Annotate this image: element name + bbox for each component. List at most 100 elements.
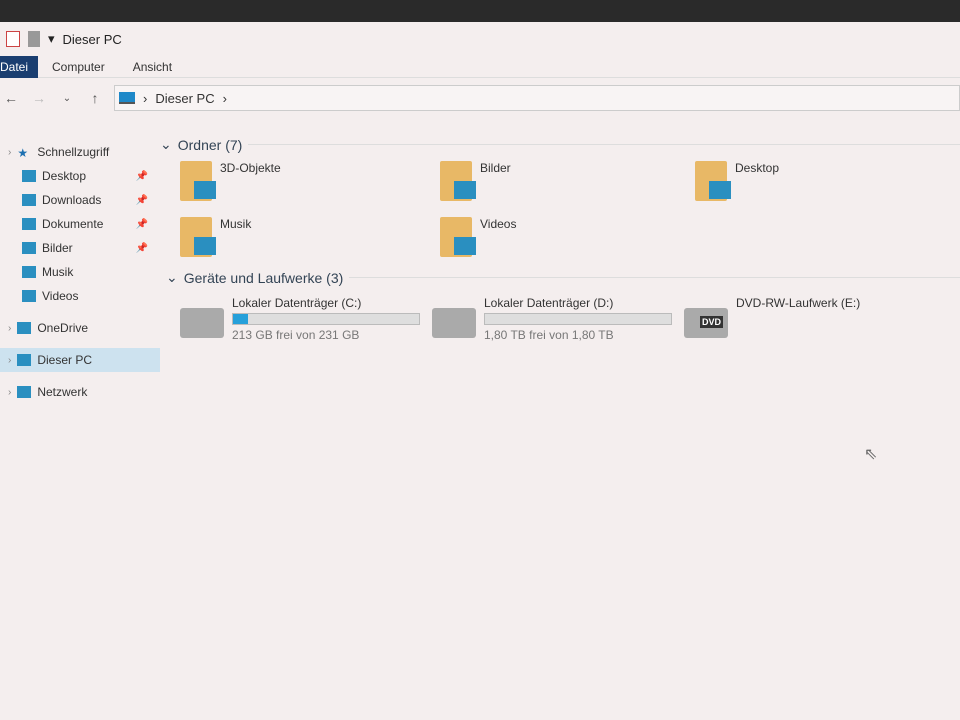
pictures-icon xyxy=(22,242,36,254)
drive-item[interactable]: DVD DVD-RW-Laufwerk (E:) xyxy=(684,296,934,342)
pc-icon xyxy=(17,354,32,366)
content-area: ⌄ Ordner (7) 3D-Objekte Bilder Desktop Musi… xyxy=(160,130,960,720)
drive-usage-bar xyxy=(484,313,672,325)
sidebar-item-netzwerk[interactable]: › Netzwerk xyxy=(0,380,160,404)
network-icon xyxy=(17,386,32,398)
chevron-right-icon[interactable]: › xyxy=(223,91,227,106)
dvd-badge: DVD xyxy=(700,316,724,328)
sidebar-item-downloads[interactable]: Downloads 📌 xyxy=(0,188,160,212)
star-icon: ★ xyxy=(17,146,29,160)
document-icon xyxy=(22,218,36,230)
tab-datei[interactable]: Datei xyxy=(0,55,39,78)
customize-quick-access-icon[interactable]: ▾ xyxy=(48,31,55,47)
folder-icon xyxy=(440,217,476,257)
folder-name: Desktop xyxy=(735,161,780,175)
forward-button[interactable]: → xyxy=(30,90,48,106)
group-title: Geräte und Laufwerke (3) xyxy=(183,269,344,286)
sidebar-item-label: Dieser PC xyxy=(37,353,93,367)
divider xyxy=(248,144,960,145)
sidebar-item-onedrive[interactable]: › OneDrive xyxy=(0,316,160,340)
folder-icon xyxy=(440,161,476,201)
up-button[interactable]: ↑ xyxy=(86,90,104,106)
divider xyxy=(349,277,960,278)
drive-free-space: 1,80 TB frei von 1,80 TB xyxy=(484,328,614,342)
mouse-cursor-icon: ⇖ xyxy=(864,446,878,463)
sidebar-item-label: Schnellzugriff xyxy=(37,145,110,159)
music-icon xyxy=(22,266,36,278)
chevron-right-icon[interactable]: › xyxy=(8,147,11,158)
tab-computer[interactable]: Computer xyxy=(38,56,119,78)
chevron-right-icon[interactable]: › xyxy=(8,323,11,334)
drive-free-space: 213 GB frei von 231 GB xyxy=(232,328,360,342)
pin-icon[interactable]: 📌 xyxy=(136,219,148,230)
chevron-right-icon[interactable]: › xyxy=(8,355,11,366)
chevron-down-icon[interactable]: ⌄ xyxy=(166,269,178,286)
folder-icon xyxy=(180,217,216,257)
sidebar-item-schnellzugriff[interactable]: › ★ Schnellzugriff xyxy=(0,140,160,164)
address-bar[interactable]: › Dieser PC › xyxy=(114,85,960,111)
folder-item[interactable]: Videos xyxy=(440,217,695,263)
drive-name: Lokaler Datenträger (D:) xyxy=(484,296,614,310)
sidebar-item-label: Netzwerk xyxy=(37,385,88,399)
folder-icon xyxy=(695,161,731,201)
window-title: Dieser PC xyxy=(62,31,122,47)
ribbon-tabs: Datei Computer Ansicht xyxy=(0,55,960,78)
drives-group-header[interactable]: ⌄ Geräte und Laufwerke (3) xyxy=(160,269,960,286)
sidebar-item-label: OneDrive xyxy=(37,321,89,335)
folders-list: 3D-Objekte Bilder Desktop Musik Videos xyxy=(160,153,960,263)
title-bar: ▾ Dieser PC xyxy=(0,22,960,56)
sidebar-item-label: Desktop xyxy=(42,169,87,183)
pin-icon[interactable]: 📌 xyxy=(136,171,148,182)
folder-item[interactable]: Desktop xyxy=(695,161,950,207)
cloud-icon xyxy=(17,322,32,334)
pc-icon xyxy=(119,92,135,104)
sidebar-item-label: Dokumente xyxy=(42,217,104,231)
dvd-drive-icon: DVD xyxy=(684,308,728,338)
drive-name: Lokaler Datenträger (C:) xyxy=(232,296,362,310)
breadcrumb[interactable]: Dieser PC xyxy=(155,91,214,106)
download-icon xyxy=(22,194,36,206)
sidebar-item-label: Downloads xyxy=(42,193,102,207)
sidebar-item-label: Musik xyxy=(42,265,74,279)
new-folder-icon[interactable] xyxy=(28,31,40,47)
drive-item[interactable]: Lokaler Datenträger (D:) 1,80 TB frei von… xyxy=(432,296,684,342)
sidebar-item-desktop[interactable]: Desktop 📌 xyxy=(0,164,160,188)
folders-group-header[interactable]: ⌄ Ordner (7) xyxy=(160,136,960,153)
sidebar-item-bilder[interactable]: Bilder 📌 xyxy=(0,236,160,260)
hard-drive-icon xyxy=(432,308,476,338)
sidebar-item-dieser-pc[interactable]: › Dieser PC xyxy=(0,348,160,372)
desktop-icon xyxy=(22,170,36,182)
navigation-bar: ← → ⌄ ↑ › Dieser PC › xyxy=(0,78,960,118)
folder-name: Bilder xyxy=(480,161,511,175)
drive-name: DVD-RW-Laufwerk (E:) xyxy=(736,296,861,310)
recent-locations-button[interactable]: ⌄ xyxy=(58,93,76,104)
folder-name: Musik xyxy=(220,217,252,231)
drive-item[interactable]: Lokaler Datenträger (C:) 213 GB frei von … xyxy=(180,296,432,342)
sidebar-item-label: Bilder xyxy=(42,241,73,255)
folder-icon xyxy=(180,161,216,201)
pin-icon[interactable]: 📌 xyxy=(136,195,148,206)
folder-item[interactable]: Musik xyxy=(180,217,440,263)
navigation-pane: › ★ Schnellzugriff Desktop 📌 Downloads 📌 Dokume… xyxy=(0,140,160,404)
folder-name: 3D-Objekte xyxy=(220,161,281,175)
folder-name: Videos xyxy=(480,217,517,231)
pin-icon[interactable]: 📌 xyxy=(136,243,148,254)
drive-usage-fill xyxy=(233,314,248,324)
chevron-right-icon[interactable]: › xyxy=(8,387,11,398)
hard-drive-icon xyxy=(180,308,224,338)
drives-list: Lokaler Datenträger (C:) 213 GB frei von … xyxy=(160,286,960,342)
tab-ansicht[interactable]: Ansicht xyxy=(119,56,186,78)
chevron-right-icon[interactable]: › xyxy=(143,91,147,106)
folder-item[interactable]: 3D-Objekte xyxy=(180,161,440,207)
sidebar-item-dokumente[interactable]: Dokumente 📌 xyxy=(0,212,160,236)
video-icon xyxy=(22,290,36,302)
back-button[interactable]: ← xyxy=(2,90,20,106)
sidebar-item-label: Videos xyxy=(42,289,79,303)
group-title: Ordner (7) xyxy=(177,136,243,153)
sidebar-item-videos[interactable]: Videos xyxy=(0,284,160,308)
drive-usage-bar xyxy=(232,313,420,325)
sidebar-item-musik[interactable]: Musik xyxy=(0,260,160,284)
properties-icon[interactable] xyxy=(6,31,20,47)
chevron-down-icon[interactable]: ⌄ xyxy=(160,136,172,153)
folder-item[interactable]: Bilder xyxy=(440,161,695,207)
